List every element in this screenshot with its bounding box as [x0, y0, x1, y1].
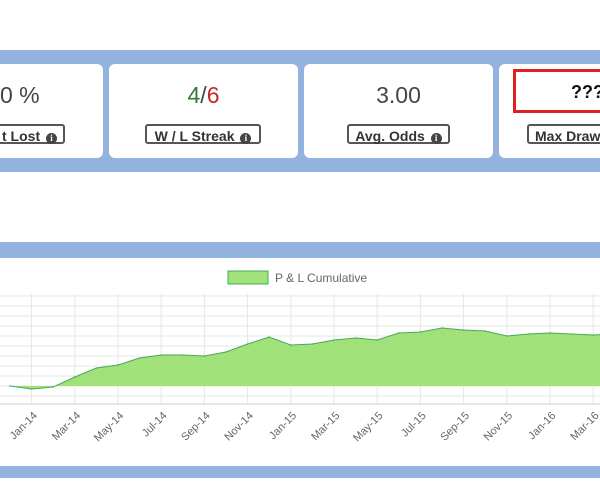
win-streak-value: 4 [187, 82, 201, 108]
data-point [225, 351, 227, 353]
x-tick-label: Jan-14 [8, 410, 40, 442]
x-tick-label: Sep-14 [179, 410, 213, 444]
x-tick-label: May-14 [92, 410, 126, 444]
data-point [398, 332, 400, 334]
data-point [160, 354, 162, 356]
series-area [10, 328, 600, 389]
x-tick-label: Nov-15 [482, 410, 516, 444]
data-point [354, 337, 357, 339]
data-point [506, 335, 508, 337]
data-point [441, 327, 443, 329]
pl-cumulative-chart: Jan-14 Mar-14 May-14 Jul-14 Sep-14 Nov-14 Jan-… [0, 270, 600, 444]
stat-card-percent-lost: 0 % t Lost i [0, 64, 103, 158]
data-point [203, 355, 206, 357]
data-point [376, 339, 379, 341]
data-point [138, 357, 141, 359]
x-tick-label: Mar-16 [568, 410, 600, 443]
data-point [419, 331, 422, 333]
data-point [333, 339, 335, 341]
data-point [268, 336, 271, 338]
x-tick-label: Sep-15 [438, 410, 472, 444]
data-point [9, 385, 11, 387]
max-draw-value: ??? [571, 82, 600, 102]
x-tick-label: Mar-14 [50, 410, 83, 443]
data-point [246, 343, 249, 345]
info-icon[interactable]: i [46, 133, 57, 144]
avg-odds-label[interactable]: Avg. Odds i [347, 124, 450, 144]
legend-swatch [227, 270, 269, 285]
data-point [311, 343, 314, 345]
x-tick-label: Jul-15 [399, 410, 429, 440]
x-tick-label: May-15 [351, 410, 385, 444]
stat-value: 3.00 [376, 82, 421, 108]
data-point [570, 333, 573, 335]
max-draw-label[interactable]: Max Draw [527, 124, 600, 144]
stat-card-wl-streak: 4/6 W / L Streak i [109, 64, 298, 158]
data-point [74, 376, 76, 378]
stat-label-text: W / L Streak [154, 128, 235, 144]
data-point [527, 333, 530, 335]
x-tick-label: Jan-16 [526, 410, 558, 442]
loss-streak-value: 6 [206, 82, 220, 108]
x-tick-label: Mar-15 [309, 410, 342, 443]
x-tick-label: Nov-14 [222, 410, 256, 444]
stat-card-avg-odds: 3.00 Avg. Odds i [304, 64, 493, 158]
stat-label-text: t Lost [2, 128, 41, 144]
data-point [462, 329, 465, 331]
chart-panel: Jan-14 Mar-14 May-14 Jul-14 Sep-14 Nov-14 Jan-… [0, 258, 600, 466]
info-icon[interactable]: i [430, 133, 442, 144]
stat-value: 4/6 [109, 82, 298, 109]
x-tick-label: Jan-15 [267, 410, 299, 442]
stat-label-text: Max Draw [535, 128, 600, 144]
info-icon[interactable]: i [240, 133, 252, 144]
data-point [30, 388, 33, 390]
wl-streak-label[interactable]: W / L Streak i [145, 124, 261, 144]
data-point [117, 364, 119, 366]
data-point [484, 330, 487, 332]
data-point [52, 386, 54, 388]
stat-label-text: Avg. Odds [355, 128, 425, 144]
stat-value: 0 % [0, 82, 40, 108]
data-point [549, 332, 551, 334]
data-point [95, 367, 98, 369]
percent-lost-label[interactable]: t Lost i [0, 124, 65, 144]
data-point [592, 334, 594, 336]
stat-card-max-draw: ??? Max Draw [499, 64, 600, 158]
data-point [182, 354, 184, 356]
legend-label: P & L Cumulative [275, 271, 367, 285]
x-tick-label: Jul-14 [140, 410, 170, 440]
data-point [290, 344, 292, 346]
